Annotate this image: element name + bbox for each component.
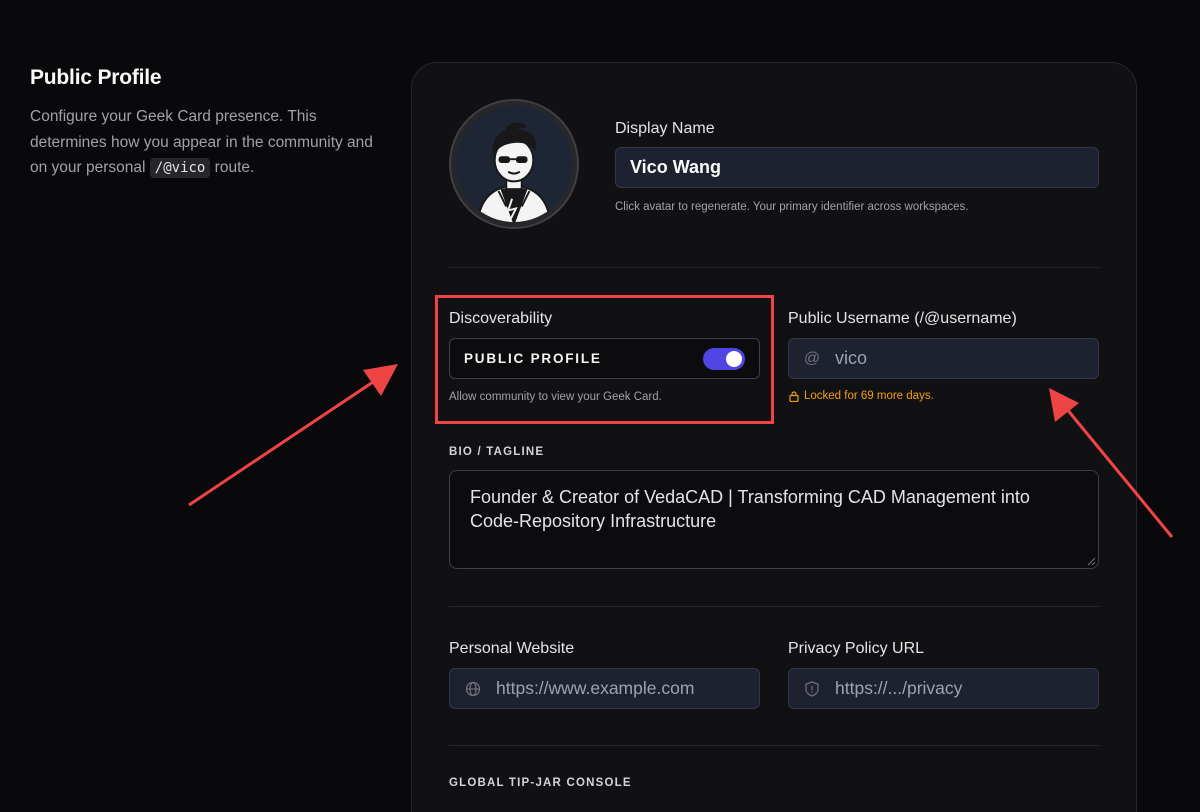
bio-value: Founder & Creator of VedaCAD | Transform… [470, 487, 1030, 531]
username-lock-note: Locked for 69 more days. [789, 390, 934, 402]
website-field[interactable]: https://www.example.com [449, 668, 760, 709]
globe-icon [464, 680, 482, 698]
divider [449, 745, 1099, 746]
privacy-field[interactable]: https://.../privacy [788, 668, 1099, 709]
bio-textarea[interactable]: Founder & Creator of VedaCAD | Transform… [449, 470, 1099, 569]
bio-label: BIO / TAGLINE [449, 446, 545, 458]
display-name-field[interactable]: Vico Wang [615, 147, 1099, 188]
avatar-button[interactable] [449, 99, 579, 229]
website-placeholder: https://www.example.com [496, 678, 695, 698]
route-code: /@vico [149, 158, 211, 178]
tipjar-label: GLOBAL TIP-JAR CONSOLE [449, 777, 632, 789]
privacy-label: Privacy Policy URL [788, 640, 925, 657]
shield-icon [803, 680, 821, 698]
divider [449, 606, 1099, 607]
lock-icon [789, 390, 799, 402]
username-field[interactable]: @ vico [788, 338, 1099, 379]
intro-section: Public Profile Configure your Geek Card … [30, 66, 380, 182]
divider [449, 267, 1099, 268]
section-title: Public Profile [30, 66, 162, 89]
website-label: Personal Website [449, 640, 575, 657]
profile-card: Display Name Vico Wang Click avatar to r… [411, 62, 1137, 812]
display-name-value: Vico Wang [630, 157, 722, 177]
privacy-placeholder: https://.../privacy [835, 678, 963, 698]
username-label: Public Username (/@username) [788, 310, 1017, 327]
arrow-left [188, 364, 398, 507]
display-name-hint: Click avatar to regenerate. Your primary… [615, 201, 969, 213]
at-icon: @ [803, 349, 821, 367]
avatar-icon [456, 106, 572, 222]
resize-handle-icon[interactable] [1086, 556, 1096, 566]
highlight-box [435, 295, 774, 424]
username-value: vico [835, 348, 868, 368]
display-name-label: Display Name [615, 120, 715, 137]
section-description: Configure your Geek Card presence. This … [30, 108, 373, 178]
